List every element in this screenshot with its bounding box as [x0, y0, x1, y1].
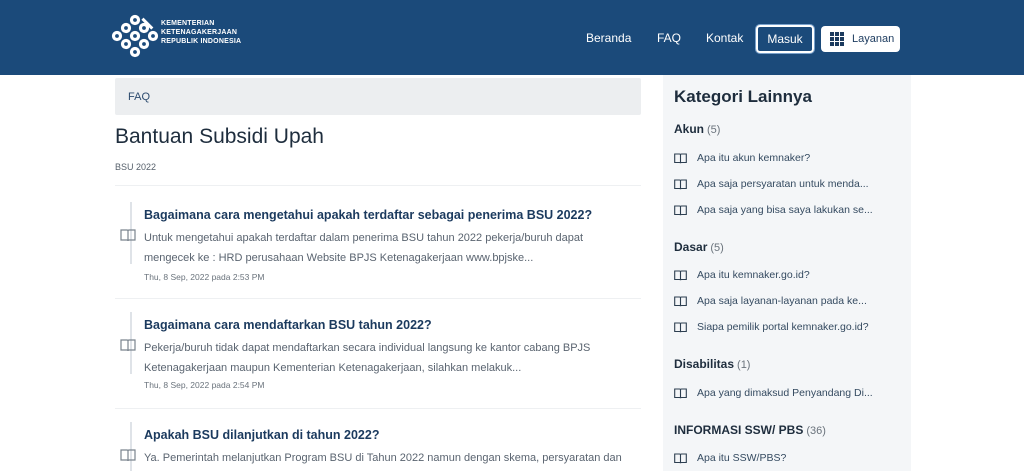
article-excerpt-line: Untuk mengetahui apakah terdaftar dalam … [144, 232, 584, 244]
services-button-label: Layanan [852, 33, 895, 45]
divider [115, 298, 641, 299]
divider [115, 408, 641, 409]
logo-line-3: REPUBLIK INDONESIA [161, 38, 242, 45]
category-count: (1) [737, 359, 751, 371]
book-icon [674, 452, 687, 463]
category-name: Disabilitas [674, 357, 735, 371]
article-item: Bagaimana cara mendaftarkan BSU tahun 20… [115, 312, 641, 396]
article-excerpt: Untuk mengetahui apakah terdaftar dalam … [144, 228, 634, 268]
category-name: INFORMASI SSW/ PBS [674, 423, 804, 437]
book-icon [674, 387, 687, 398]
breadcrumb-faq-link[interactable]: FAQ [128, 91, 150, 103]
logo-line-2: KETENAGAKERJAAN [161, 29, 238, 36]
book-icon [674, 178, 687, 189]
page-subtitle: BSU 2022 [115, 162, 157, 172]
kemnaker-logo-icon[interactable] [110, 14, 160, 58]
login-button[interactable]: Masuk [756, 25, 814, 53]
article-excerpt: Ya. Pemerintah melanjutkan Program BSU d… [144, 448, 634, 468]
category-disabilitas[interactable]: Disabilitas (1) [674, 357, 750, 371]
sidebar-heading: Kategori Lainnya [674, 87, 812, 106]
sidebar-article-link[interactable]: Apa itu akun kemnaker? [674, 151, 810, 165]
nav-beranda[interactable]: Beranda [586, 31, 631, 46]
sidebar-article-label: Apa itu akun kemnaker? [697, 152, 811, 164]
page-title: Bantuan Subsidi Upah [115, 125, 324, 148]
sidebar-article-link[interactable]: Apa yang dimaksud Penyandang Di... [674, 386, 873, 400]
logo-text: KEMENTERIAN KETENAGAKERJAAN REPUBLIK IND… [161, 19, 241, 46]
book-icon [674, 321, 687, 332]
article-title[interactable]: Bagaimana cara mendaftarkan BSU tahun 20… [144, 318, 432, 332]
book-icon [674, 295, 687, 306]
top-navbar: KEMENTERIAN KETENAGAKERJAAN REPUBLIK IND… [0, 0, 1024, 75]
services-button[interactable]: Layanan [821, 26, 900, 52]
category-count: (5) [710, 242, 724, 254]
book-icon [674, 269, 687, 280]
article-excerpt-line: Pekerja/buruh tidak dapat mendaftarkan s… [144, 342, 591, 354]
book-icon [120, 449, 136, 462]
category-name: Akun [674, 122, 704, 136]
sidebar-article-link[interactable]: Siapa pemilik portal kemnaker.go.id? [674, 320, 869, 334]
category-count: (36) [806, 425, 826, 437]
sidebar-article-link[interactable]: Apa saja persyaratan untuk menda... [674, 177, 869, 191]
nav-kontak[interactable]: Kontak [706, 31, 743, 46]
sidebar-article-link[interactable]: Apa itu kemnaker.go.id? [674, 268, 810, 282]
book-icon [120, 229, 136, 242]
article-excerpt-line: mengecek ke : HRD perusahaan Website BPJ… [144, 252, 534, 264]
sidebar-article-link[interactable]: Apa saja yang bisa saya lakukan se... [674, 203, 873, 217]
sidebar-article-label: Apa saja persyaratan untuk menda... [697, 178, 869, 190]
sidebar-article-link[interactable]: Apa saja layanan-layanan pada ke... [674, 294, 867, 308]
article-item: Bagaimana cara mengetahui apakah terdaft… [115, 202, 641, 286]
sidebar-article-label: Apa yang dimaksud Penyandang Di... [697, 387, 873, 399]
article-excerpt: Pekerja/buruh tidak dapat mendaftarkan s… [144, 338, 634, 378]
article-excerpt-line: Ketenagakerjaan maupun Kementerian Keten… [144, 362, 522, 374]
divider [115, 185, 641, 186]
book-icon [674, 204, 687, 215]
article-date: Thu, 8 Sep, 2022 pada 2:53 PM [144, 272, 265, 282]
grid-icon [830, 32, 844, 46]
sidebar-article-label: Apa saja yang bisa saya lakukan se... [697, 204, 873, 216]
sidebar-article-label: Apa saja layanan-layanan pada ke... [697, 295, 867, 307]
logo-line-1: KEMENTERIAN [161, 20, 215, 27]
sidebar-article-label: Siapa pemilik portal kemnaker.go.id? [697, 321, 869, 333]
login-button-label: Masuk [767, 32, 803, 46]
article-accent-bar [130, 422, 132, 471]
category-count: (5) [707, 124, 721, 136]
sidebar-article-link[interactable]: Apa itu SSW/PBS? [674, 451, 786, 465]
category-informasi-ssw-pbs[interactable]: INFORMASI SSW/ PBS (36) [674, 423, 826, 437]
sidebar-article-label: Apa itu SSW/PBS? [697, 452, 787, 464]
article-title[interactable]: Bagaimana cara mengetahui apakah terdaft… [144, 208, 592, 222]
article-excerpt-line: Ya. Pemerintah melanjutkan Program BSU d… [144, 452, 622, 464]
book-icon [674, 152, 687, 163]
article-title[interactable]: Apakah BSU dilanjutkan di tahun 2022? [144, 428, 379, 442]
book-icon [120, 339, 136, 352]
nav-faq[interactable]: FAQ [657, 31, 681, 46]
category-name: Dasar [674, 240, 708, 254]
sidebar-article-label: Apa itu kemnaker.go.id? [697, 269, 810, 281]
article-item: Apakah BSU dilanjutkan di tahun 2022? Ya… [115, 422, 641, 471]
article-date: Thu, 8 Sep, 2022 pada 2:54 PM [144, 380, 265, 390]
category-akun[interactable]: Akun (5) [674, 122, 720, 136]
breadcrumb: FAQ [115, 78, 641, 115]
category-dasar[interactable]: Dasar (5) [674, 240, 724, 254]
